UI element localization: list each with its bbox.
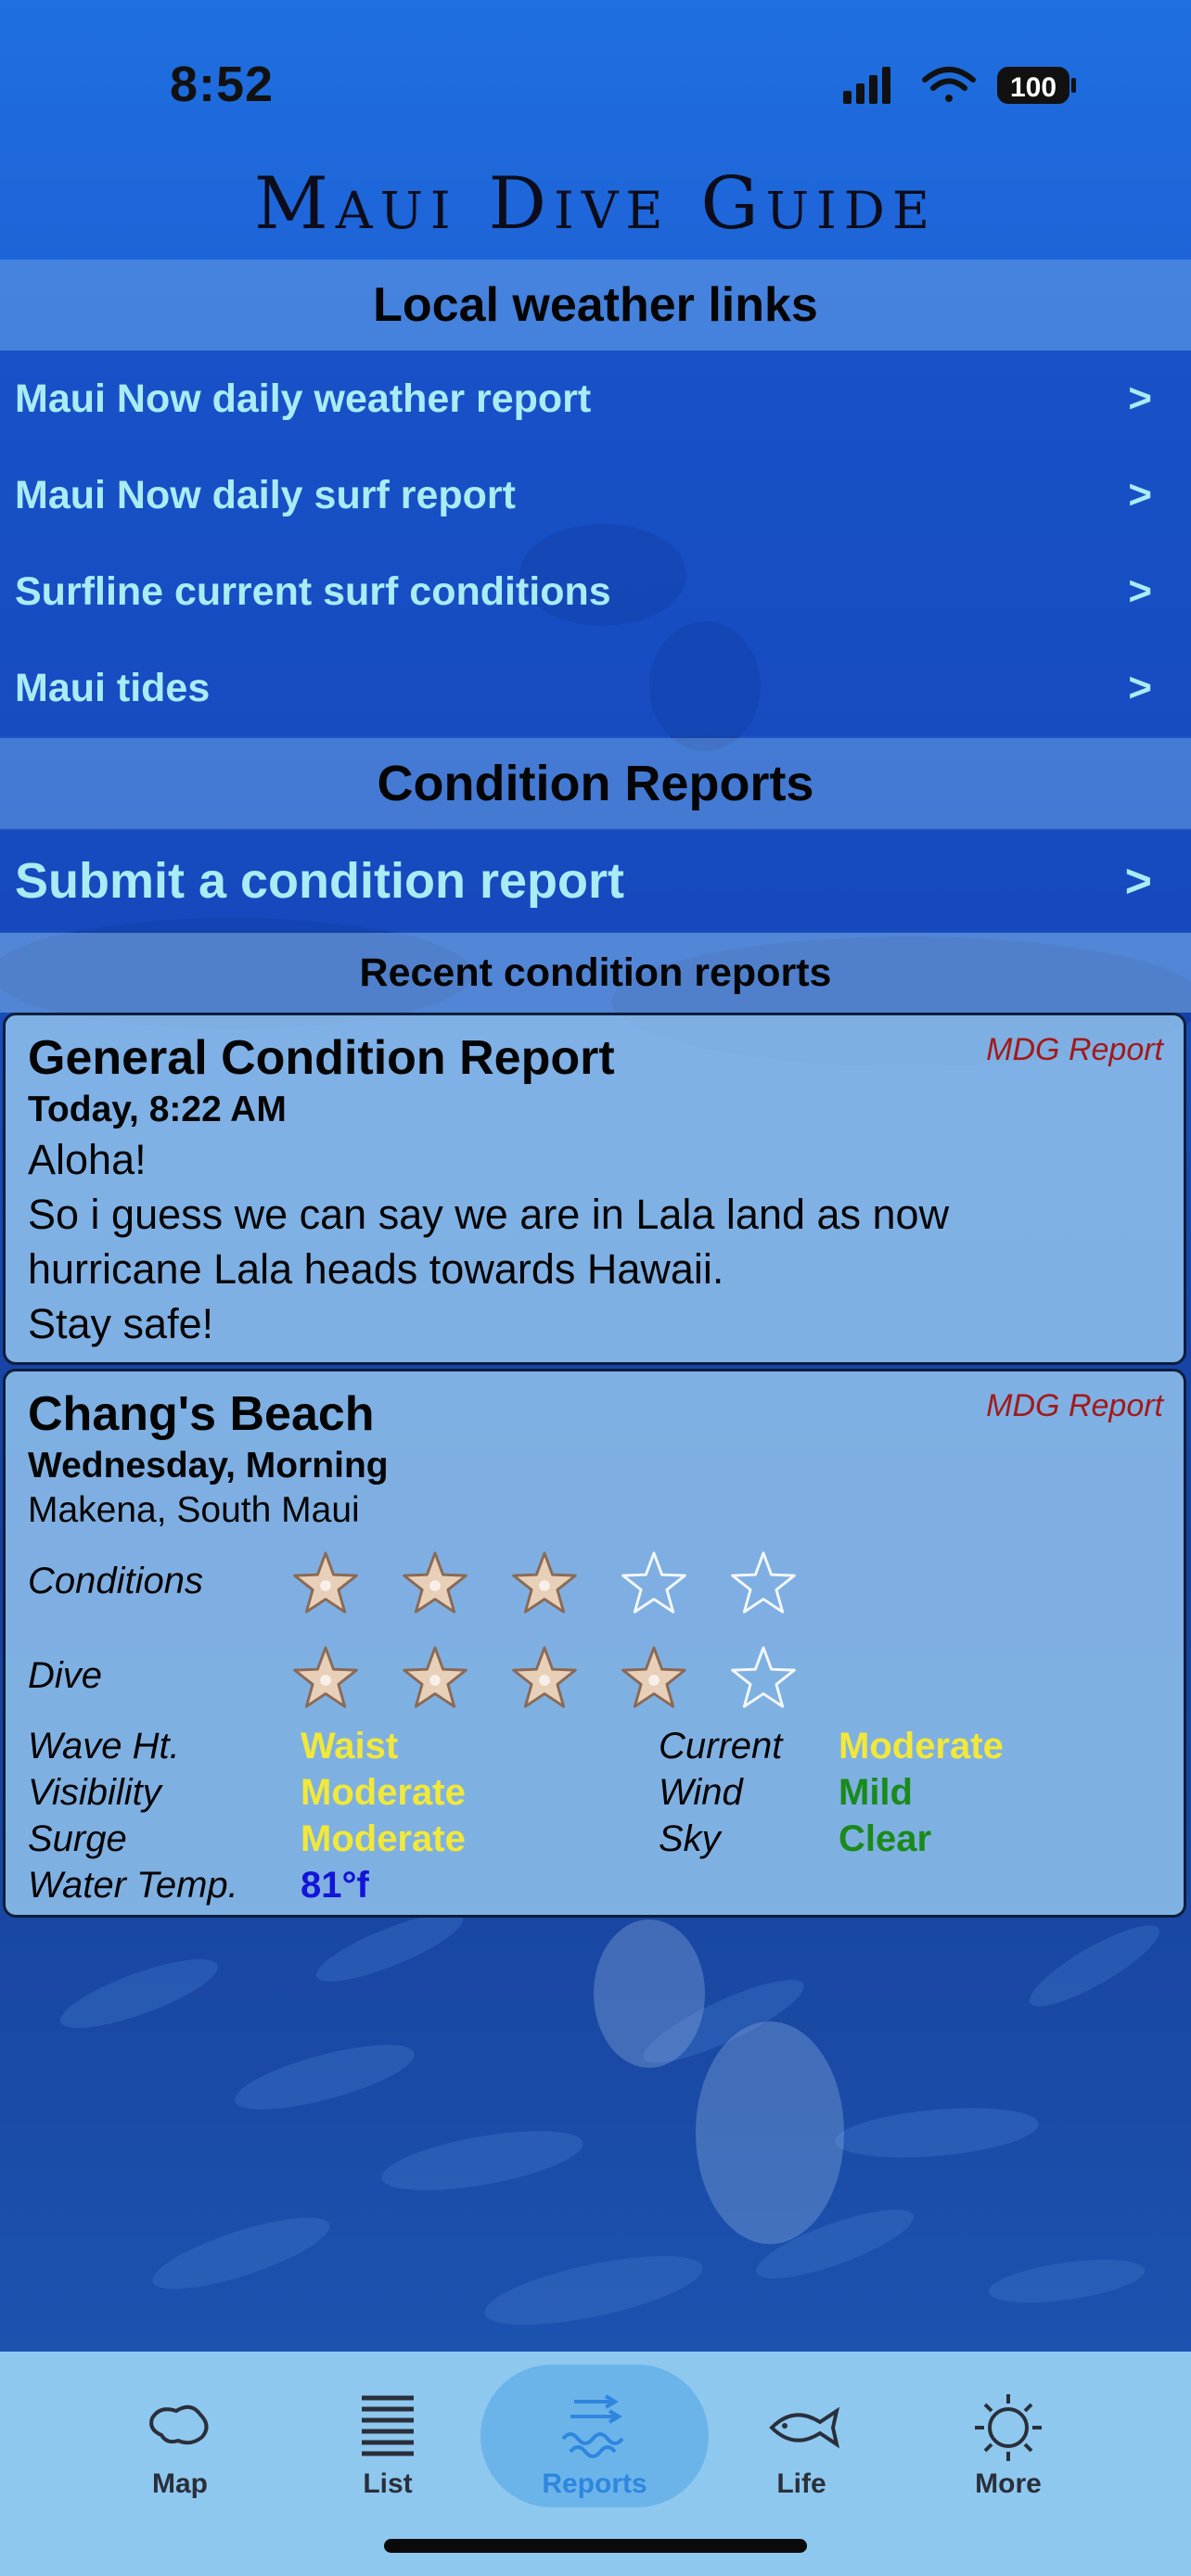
wifi-icon [922, 67, 976, 102]
report-timestamp: Today, 8:22 AM [28, 1090, 287, 1129]
detail-value-water-temp: 81°f [301, 1865, 369, 1906]
report-card-general[interactable]: MDG Report General Condition Report Toda… [3, 1013, 1186, 1365]
sea-star-filled-icon [512, 1551, 577, 1613]
link-label: Surfline current surf conditions [15, 568, 611, 614]
status-time: 8:52 [170, 57, 275, 112]
reports-waves-icon [561, 2394, 624, 2458]
link-label: Maui Now daily surf report [15, 472, 516, 517]
link-maui-now-surf[interactable]: Maui Now daily surf report > [0, 447, 1191, 543]
report-body-line: hurricane Lala heads towards Hawaii. [28, 1245, 724, 1293]
tab-label: Map [152, 2468, 208, 2499]
mdg-report-badge: MDG Report [986, 1388, 1163, 1423]
report-timestamp: Wednesday, Morning [28, 1446, 389, 1486]
sea-star-filled-icon [293, 1646, 358, 1708]
status-icons: 100 [843, 67, 1076, 104]
chevron-right-icon: > [1128, 568, 1152, 614]
mdg-report-badge: MDG Report [986, 1032, 1163, 1067]
tab-label: Reports [542, 2468, 647, 2499]
submit-report-button[interactable]: Submit a condition report > [0, 833, 1191, 929]
tab-list[interactable]: List [295, 2389, 480, 2519]
link-maui-now-weather[interactable]: Maui Now daily weather report > [0, 351, 1191, 447]
submit-report-label: Submit a condition report [15, 853, 624, 909]
report-body-line: Aloha! [28, 1136, 147, 1183]
detail-label: Water Temp. [28, 1865, 238, 1906]
tab-map[interactable]: Map [87, 2389, 273, 2519]
tab-label: Life [776, 2468, 826, 2499]
tab-label: More [975, 2468, 1042, 2499]
recent-reports-heading: Recent condition reports [0, 933, 1191, 1013]
sea-star-filled-icon [403, 1551, 467, 1613]
report-body: Aloha! So i guess we can say we are in L… [28, 1132, 1141, 1351]
map-icon [149, 2404, 209, 2445]
report-body-line: So i guess we can say we are in Lala lan… [28, 1191, 950, 1238]
report-card-changs-beach[interactable]: MDG Report Chang's Beach Wednesday, Morn… [3, 1369, 1186, 1918]
fish-icon [769, 2406, 840, 2449]
detail-label: Wind [659, 1772, 743, 1813]
sea-star-empty-icon [731, 1646, 796, 1708]
detail-value-wind: Mild [839, 1772, 913, 1813]
rating-label-conditions: Conditions [28, 1561, 204, 1601]
sea-star-filled-icon [293, 1551, 358, 1613]
sea-star-empty-icon [731, 1551, 796, 1613]
home-indicator [384, 2539, 807, 2553]
report-body-line: Stay safe! [28, 1300, 214, 1347]
detail-label: Wave Ht. [28, 1726, 180, 1766]
report-title: Chang's Beach [28, 1387, 375, 1441]
tab-label: List [363, 2468, 413, 2499]
detail-value-wave-height: Waist [301, 1726, 399, 1766]
condition-reports-heading: Condition Reports [0, 738, 1191, 829]
sun-gear-icon [975, 2394, 1042, 2461]
link-label: Maui Now daily weather report [15, 376, 592, 421]
cellular-signal-icon [843, 67, 890, 104]
submit-report-panel: Submit a condition report > [0, 831, 1191, 931]
link-maui-tides[interactable]: Maui tides > [0, 640, 1191, 736]
tab-reports[interactable]: Reports [502, 2389, 687, 2519]
detail-label: Current [659, 1726, 783, 1766]
sea-star-filled-icon [621, 1646, 686, 1708]
chevron-right-icon: > [1128, 472, 1152, 517]
chevron-right-icon: > [1128, 376, 1152, 421]
report-title: General Condition Report [28, 1031, 615, 1085]
chevron-right-icon: > [1128, 665, 1152, 710]
rating-label-dive: Dive [28, 1655, 103, 1696]
list-icon [362, 2395, 414, 2456]
detail-label: Visibility [28, 1772, 161, 1813]
detail-value-sky: Clear [839, 1818, 932, 1859]
detail-value-surge: Moderate [301, 1818, 466, 1859]
tab-more[interactable]: More [916, 2389, 1101, 2519]
sea-star-filled-icon [512, 1646, 577, 1708]
battery-level: 100 [1010, 72, 1057, 103]
tab-life[interactable]: Life [709, 2389, 894, 2519]
detail-value-visibility: Moderate [301, 1772, 466, 1813]
sea-star-empty-icon [621, 1551, 686, 1613]
link-label: Maui tides [15, 665, 211, 710]
app-title: Maui Dive Guide [253, 162, 938, 246]
detail-value-current: Moderate [839, 1726, 1004, 1766]
sea-star-filled-icon [403, 1646, 467, 1708]
link-surfline-conditions[interactable]: Surfline current surf conditions > [0, 543, 1191, 640]
weather-links-list: Maui Now daily weather report > Maui Now… [0, 351, 1191, 736]
weather-links-heading: Local weather links [0, 260, 1191, 351]
report-location: Makena, South Maui [28, 1490, 360, 1530]
chevron-right-icon: > [1124, 855, 1152, 907]
detail-label: Sky [659, 1818, 721, 1859]
detail-label: Surge [28, 1818, 127, 1859]
